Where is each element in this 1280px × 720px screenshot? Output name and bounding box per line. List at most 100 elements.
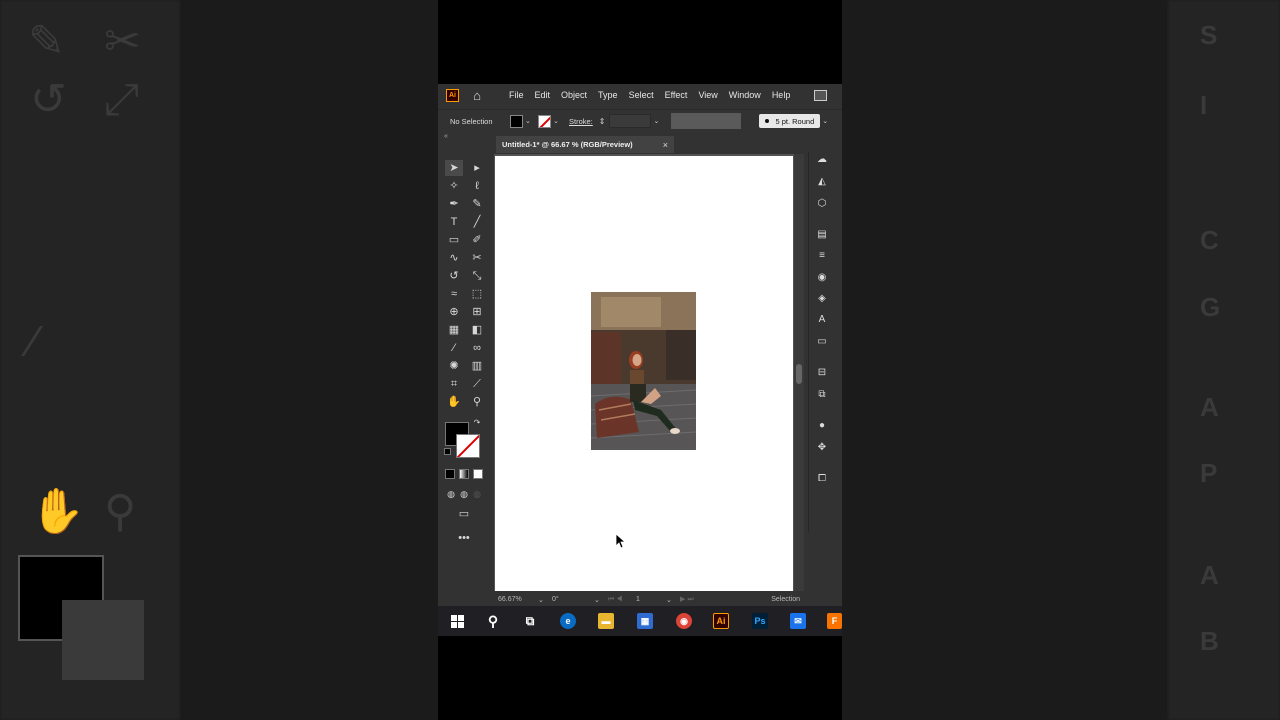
document-tab[interactable]: Untitled-1* @ 66.67 % (RGB/Preview) × [496,136,674,153]
close-icon[interactable]: × [663,140,668,150]
pathfinder-panel-icon[interactable]: ⧉ [815,389,829,401]
edge-browser-icon[interactable]: e [560,613,576,629]
collapse-panel-icon[interactable]: « [444,133,448,140]
stroke-swatch-large[interactable] [456,434,480,458]
column-graph-tool-icon[interactable]: ▥ [468,358,486,374]
draw-behind-icon[interactable]: ◍ [457,486,471,502]
gradient-tool-icon[interactable]: ◧ [468,322,486,338]
zoom-tool-icon[interactable]: ⚲ [468,394,486,410]
lasso-tool-icon[interactable]: ℓ [468,178,486,194]
windows-start-icon[interactable] [449,613,465,629]
menu-effect[interactable]: Effect [665,90,688,100]
magic-wand-tool-icon[interactable]: ✧ [445,178,463,194]
artboard-nav-prev-icon[interactable]: ⏮ ◀ [608,596,636,604]
chevron-down-icon[interactable]: ⌄ [525,117,533,125]
line-tool-icon[interactable]: ╱ [468,214,486,230]
variable-width-profile[interactable] [671,113,742,129]
align-panel-icon[interactable]: ⊟ [815,367,829,379]
chevron-down-icon[interactable]: ⌄ [653,117,661,125]
perspective-grid-tool-icon[interactable]: ⊞ [468,304,486,320]
default-fill-stroke-icon[interactable] [444,448,451,455]
rotation-value[interactable]: 0° [552,596,594,603]
character-panel-icon[interactable]: A [815,314,829,326]
app-taskbar-icon[interactable]: F [827,613,842,629]
chrome-browser-icon[interactable]: ◉ [676,613,692,629]
edit-toolbar-icon[interactable]: ••• [455,530,473,546]
pen-tool-icon[interactable]: ✒ [445,196,463,212]
illustrator-taskbar-icon[interactable]: Ai [713,613,729,629]
menu-object[interactable]: Object [561,90,587,100]
brush-definition-dropdown[interactable]: 5 pt. Round [759,114,821,128]
menu-window[interactable]: Window [729,90,761,100]
chevron-down-icon[interactable]: ⌄ [822,117,830,125]
brushes-panel-icon[interactable]: ✥ [815,442,829,454]
swatches-panel-icon[interactable]: ▤ [815,229,829,241]
canvas-area[interactable] [494,154,794,591]
chevron-down-icon[interactable]: ⌄ [666,596,680,604]
curvature-tool-icon[interactable]: ✎ [468,196,486,212]
menu-help[interactable]: Help [772,90,791,100]
artboard-tool-icon[interactable]: ⌗ [445,376,463,392]
draw-normal-icon[interactable]: ◍ [444,486,458,502]
screen-mode-icon[interactable]: ▭ [455,506,473,522]
draw-inside-icon[interactable]: ◍ [470,486,484,502]
direct-selection-tool-icon[interactable]: ▸ [468,160,486,176]
chevron-down-icon[interactable]: ⌄ [553,117,561,125]
artboard-nav-next-icon[interactable]: ▶ ⏭ [680,595,710,604]
hand-tool-icon[interactable]: ✋ [445,394,463,410]
none-mode-icon[interactable] [473,469,483,479]
gradient-mode-icon[interactable] [459,469,469,479]
3d-panel-icon[interactable]: ⬡ [815,198,829,210]
image-trace-panel-icon[interactable]: ◉ [815,272,829,284]
mail-icon[interactable]: ✉ [790,613,806,629]
artboard-number[interactable]: 1 [636,596,666,603]
color-mode-icon[interactable] [445,469,455,479]
vertical-scrollbar[interactable] [794,154,804,591]
menu-file[interactable]: File [509,90,524,100]
rotate-tool-icon[interactable]: ↺ [445,268,463,284]
fill-color-swatch[interactable] [510,114,523,128]
shape-builder-tool-icon[interactable]: ⊕ [445,304,463,320]
swap-fill-stroke-icon[interactable]: ↷ [472,418,482,428]
search-icon[interactable]: ⚲ [485,613,501,629]
microsoft-store-icon[interactable]: ▦ [637,613,653,629]
warp-tool-icon[interactable]: ≈ [445,286,463,302]
scale-tool-icon[interactable]: ⤡ [468,268,486,284]
graphic-styles-panel-icon[interactable]: ⧠ [815,473,829,485]
slice-tool-icon[interactable]: ⟋ [468,376,486,392]
free-transform-tool-icon[interactable]: ⬚ [468,286,486,302]
menu-select[interactable]: Select [629,90,654,100]
placed-photo[interactable] [591,292,696,450]
menu-type[interactable]: Type [598,90,618,100]
eyedropper-tool-icon[interactable]: ⁄ [445,340,463,356]
libraries-panel-icon[interactable]: ☁ [815,154,829,166]
stroke-label[interactable]: Stroke: [569,117,593,126]
workspace-switcher-icon[interactable] [814,89,827,101]
color-panel-icon[interactable]: ◭ [815,176,829,188]
artboard[interactable] [495,156,793,591]
blend-tool-icon[interactable]: ∞ [468,340,486,356]
chevron-down-icon[interactable]: ⌄ [538,596,552,604]
stroke-weight-stepper-icon[interactable]: ⇕ [599,117,606,126]
shaper-tool-icon[interactable]: ∿ [445,250,463,266]
menu-view[interactable]: View [698,90,717,100]
appearance-panel-icon[interactable]: ● [815,420,829,432]
gradient-panel-icon[interactable]: ▭ [815,336,829,348]
menu-edit[interactable]: Edit [535,90,551,100]
home-icon[interactable]: ⌂ [469,88,485,103]
type-tool-icon[interactable]: T [445,214,463,230]
photoshop-taskbar-icon[interactable]: Ps [752,613,768,629]
zoom-level[interactable]: 66.67% [498,596,538,603]
paintbrush-tool-icon[interactable]: ✐ [468,232,486,248]
symbol-sprayer-tool-icon[interactable]: ✺ [445,358,463,374]
mesh-tool-icon[interactable]: ▦ [445,322,463,338]
stroke-color-swatch[interactable] [538,114,551,128]
scrollbar-thumb[interactable] [796,364,802,384]
scissors-tool-icon[interactable]: ✂ [468,250,486,266]
stroke-panel-icon[interactable]: ≡ [815,250,829,262]
stroke-weight-field[interactable] [609,114,652,128]
chevron-down-icon[interactable]: ⌄ [594,596,608,604]
file-explorer-icon[interactable]: ▬ [598,613,614,629]
layers-panel-icon[interactable]: ◈ [815,293,829,305]
rectangle-tool-icon[interactable]: ▭ [445,232,463,248]
